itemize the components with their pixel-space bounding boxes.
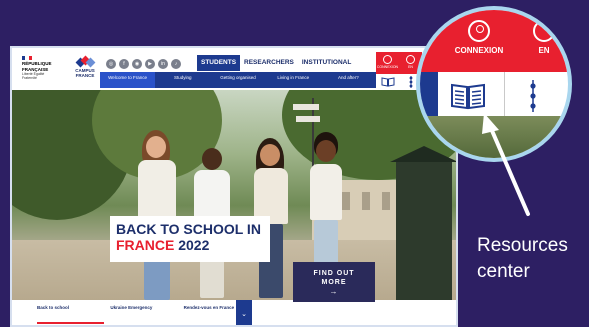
zoom-blue-edge [420, 72, 438, 116]
logo-rf-motto: Liberté Égalité Fraternité [22, 72, 45, 80]
sign-board-1 [293, 104, 319, 110]
hero-title-year: 2022 [174, 237, 210, 253]
audience-tabs: STUDENTS RESEARCHERS INSTITUTIONAL [197, 55, 355, 71]
zoom-vertical-dots-icon [530, 80, 536, 112]
resources-center-button[interactable] [376, 74, 399, 90]
zoom-photo-strip [420, 116, 568, 158]
language-flag-icon [406, 55, 415, 64]
main-navigation: Welcome to France Studying Getting organ… [100, 72, 376, 88]
hero-title-line2: FRANCE 2022 [116, 237, 264, 253]
linkedin-icon[interactable]: in [158, 59, 168, 69]
zoom-language-label: EN [538, 46, 550, 55]
news-tab-back-to-school[interactable]: Back to school [34, 300, 107, 325]
zoom-connexion-label: CONNEXION [454, 46, 504, 55]
tab-students[interactable]: STUDENTS [197, 55, 241, 71]
annotation-line1: Resources [477, 235, 568, 256]
campus-france-mark-icon [75, 55, 96, 68]
zoom-language-icon [533, 20, 555, 42]
chevron-down-icon[interactable]: ⌄ [236, 300, 252, 325]
logo-rf-line1: RÉPUBLIQUE [22, 61, 52, 66]
tiktok-icon[interactable]: ♪ [171, 59, 181, 69]
zoom-separator [504, 72, 505, 116]
student-1 [132, 130, 182, 300]
cta-line2: MORE [321, 279, 347, 286]
hero-photo [12, 90, 456, 300]
french-flag-icon [22, 56, 32, 60]
vertical-dots-icon [409, 76, 412, 88]
connexion-button[interactable]: CONNEXION [376, 52, 399, 74]
youtube-icon[interactable]: ▶ [145, 59, 155, 69]
zoom-language-button[interactable]: EN [524, 20, 564, 55]
news-tabs: Back to school Ukraine Emergency Rendez-… [34, 300, 254, 325]
website-screenshot: RÉPUBLIQUE FRANÇAISE Liberté Égalité Fra… [10, 46, 458, 327]
zoom-user-icon [468, 20, 490, 42]
instagram-icon[interactable]: ◎ [106, 59, 116, 69]
zoom-menu-button[interactable] [530, 80, 536, 112]
logo-cf-line2: FRANCE [75, 73, 95, 78]
zoom-resources-center-button[interactable] [450, 82, 486, 110]
campus-france-logo[interactable]: CAMPUS FRANCE [70, 55, 100, 86]
account-language-box: CONNEXION EN [376, 52, 422, 74]
kiosk [396, 160, 452, 300]
annotation-line2: center [477, 261, 530, 282]
nav-item-living[interactable]: Living in France [266, 72, 321, 88]
republique-francaise-logo[interactable]: RÉPUBLIQUE FRANÇAISE Liberté Égalité Fra… [22, 56, 58, 84]
book-icon [381, 77, 394, 87]
nav-item-welcome[interactable]: Welcome to France [100, 72, 156, 88]
nav-item-studying[interactable]: Studying [155, 72, 210, 88]
user-icon [383, 55, 392, 64]
zoom-callout: CONNEXION EN [416, 6, 572, 162]
connexion-label: CONNEXION [376, 65, 399, 69]
facebook-icon[interactable]: f [119, 59, 129, 69]
tab-institutional[interactable]: INSTITUTIONAL [298, 55, 355, 71]
hero-title-card: BACK TO SCHOOL IN FRANCE 2022 [110, 216, 270, 262]
sign-board-2 [296, 116, 320, 122]
book-open-icon [451, 83, 485, 110]
annotation-label: Resources center [477, 233, 568, 285]
hero-title-line1: BACK TO SCHOOL IN [116, 221, 261, 237]
nav-item-after[interactable]: And after? [321, 72, 376, 88]
news-tab-ukraine[interactable]: Ukraine Emergency [107, 300, 180, 325]
language-label: EN [408, 65, 413, 69]
find-out-more-button[interactable]: FIND OUT MORE → [293, 262, 375, 302]
arrow-right-icon: → [329, 287, 339, 296]
twitter-icon[interactable]: ◉ [132, 59, 142, 69]
social-links: ◎ f ◉ ▶ in ♪ [106, 59, 181, 69]
hero-title-france: FRANCE [116, 237, 175, 253]
tab-researchers[interactable]: RESEARCHERS [240, 55, 298, 71]
site-header: RÉPUBLIQUE FRANÇAISE Liberté Égalité Fra… [12, 48, 456, 90]
nav-item-getting-organised[interactable]: Getting organised [210, 72, 265, 88]
cta-line1: FIND OUT [313, 270, 355, 277]
zoom-connexion-button[interactable]: CONNEXION [451, 20, 507, 55]
